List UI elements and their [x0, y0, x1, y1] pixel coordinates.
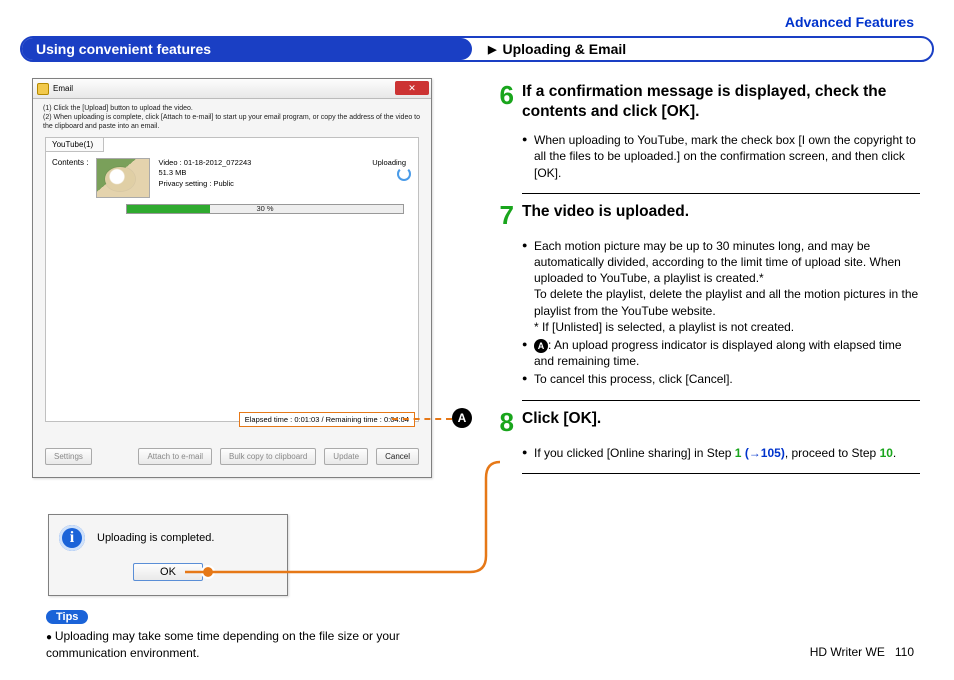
window-close-button[interactable]: ✕ — [395, 81, 429, 95]
progress-percent: 30 % — [127, 204, 403, 213]
right-column: 6 If a confirmation message is displayed… — [490, 82, 920, 482]
step-7-heading: The video is uploaded. — [522, 202, 689, 228]
tips-badge: Tips — [46, 610, 88, 624]
step-6-heading: If a confirmation message is displayed, … — [522, 82, 920, 122]
settings-button[interactable]: Settings — [45, 448, 92, 465]
step-7-b2-text: : An upload progress indicator is displa… — [534, 338, 902, 368]
upload-item-row: Contents : Video : 01-18-2012_072243 51.… — [46, 152, 418, 204]
step-8-heading: Click [OK]. — [522, 409, 601, 435]
step-ref-1: 1 — [735, 446, 742, 460]
step-8-b1b: , proceed to Step — [785, 446, 880, 460]
info-icon: i — [59, 525, 85, 551]
step-8-body: If you clicked [Online sharing] in Step … — [522, 441, 920, 471]
video-meta: Video : 01-18-2012_072243 51.3 MB Privac… — [158, 158, 251, 198]
window-titlebar: Email ✕ — [33, 79, 431, 99]
attach-email-button[interactable]: Attach to e-mail — [138, 448, 212, 465]
upload-window-screenshot: Email ✕ (1) Click the [Upload] button to… — [32, 78, 432, 478]
spinner-icon — [397, 167, 411, 181]
title-right-text: Uploading & Email — [502, 41, 626, 57]
step-8-b1a: If you clicked [Online sharing] in Step — [534, 446, 735, 460]
callout-a-inline-icon: A — [534, 339, 548, 353]
triangle-icon: ▶ — [488, 43, 496, 56]
ok-button[interactable]: OK — [133, 563, 203, 581]
step-8-bullet-1: If you clicked [Online sharing] in Step … — [522, 445, 920, 461]
video-name: Video : 01-18-2012_072243 — [158, 158, 251, 168]
step-7-bullet-3: To cancel this process, click [Cancel]. — [522, 371, 920, 387]
contents-label: Contents : — [52, 158, 88, 198]
email-icon — [37, 83, 49, 95]
tips-text: Uploading may take some time depending o… — [46, 628, 466, 661]
step-6: 6 If a confirmation message is displayed… — [490, 82, 920, 128]
left-column: Email ✕ (1) Click the [Upload] button to… — [32, 78, 452, 478]
step-7-number: 7 — [490, 202, 514, 228]
youtube-tab[interactable]: YouTube(1) — [46, 138, 104, 152]
completion-message: Uploading is completed. — [97, 532, 214, 544]
bulk-copy-button[interactable]: Bulk copy to clipboard — [220, 448, 316, 465]
step-8-number: 8 — [490, 409, 514, 435]
page-footer: HD Writer WE 110 — [810, 645, 914, 659]
cancel-button[interactable]: Cancel — [376, 448, 419, 465]
step-7-body: Each motion picture may be up to 30 minu… — [522, 234, 920, 398]
tips-section: Tips Uploading may take some time depend… — [46, 608, 466, 661]
separator — [522, 400, 920, 401]
callout-a-connector — [392, 418, 452, 420]
step-8-b1c: . — [893, 446, 896, 460]
step-7-b1a: Each motion picture may be up to 30 minu… — [534, 239, 901, 285]
window-button-row: Settings Attach to e-mail Bulk copy to c… — [45, 448, 419, 465]
progress-bar: 30 % — [126, 204, 404, 214]
video-thumbnail — [96, 158, 150, 198]
separator — [522, 473, 920, 474]
separator — [522, 193, 920, 194]
step-7-bullet-1: Each motion picture may be up to 30 minu… — [522, 238, 920, 335]
title-bar: Using convenient features ▶ Uploading & … — [20, 36, 934, 62]
header-section: Advanced Features — [785, 14, 914, 30]
step-7: 7 The video is uploaded. — [490, 202, 920, 234]
step-7-bullet-2: A: An upload progress indicator is displ… — [522, 337, 920, 369]
product-name: HD Writer WE — [810, 645, 885, 659]
page-link-105[interactable]: (→105) — [745, 446, 785, 460]
video-privacy: Privacy setting : Public — [158, 179, 251, 189]
step-ref-10: 10 — [880, 446, 893, 460]
completion-dialog: i Uploading is completed. OK — [48, 514, 288, 596]
video-size: 51.3 MB — [158, 168, 251, 178]
progress-wrap: 30 % — [46, 204, 418, 214]
title-left: Using convenient features — [22, 38, 472, 60]
title-right: ▶ Uploading & Email — [472, 41, 626, 57]
step-8: 8 Click [OK]. — [490, 409, 920, 441]
step-6-number: 6 — [490, 82, 514, 122]
step-7-b1c: * If [Unlisted] is selected, a playlist … — [534, 320, 794, 334]
upload-button[interactable]: Update — [324, 448, 368, 465]
callout-a-badge: A — [452, 408, 472, 428]
step-7-b1b: To delete the playlist, delete the playl… — [534, 287, 918, 317]
instruction-2: (2) When uploading is complete, click [A… — [43, 114, 421, 132]
step-6-bullet-1: When uploading to YouTube, mark the chec… — [522, 132, 920, 181]
page-number: 110 — [895, 645, 914, 659]
step-6-body: When uploading to YouTube, mark the chec… — [522, 128, 920, 191]
upload-list-box: YouTube(1) Contents : Video : 01-18-2012… — [45, 137, 419, 422]
instruction-1: (1) Click the [Upload] button to upload … — [43, 105, 421, 114]
window-instructions: (1) Click the [Upload] button to upload … — [33, 99, 431, 133]
window-title: Email — [53, 84, 73, 93]
elapsed-remaining-box: Elapsed time : 0:01:03 / Remaining time … — [239, 412, 415, 427]
